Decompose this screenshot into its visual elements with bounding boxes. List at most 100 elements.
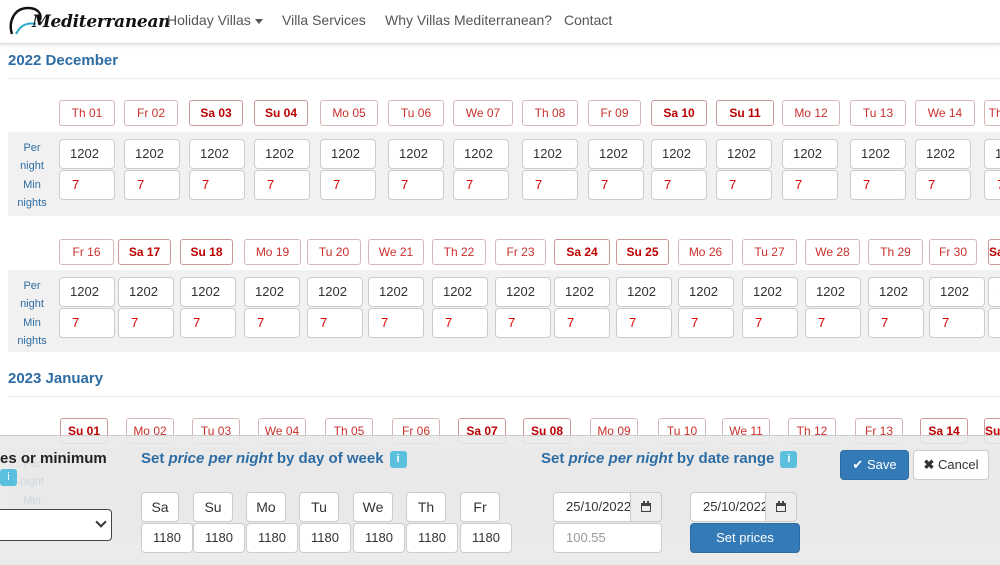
date-from-input[interactable]: 25/10/2022 — [553, 492, 631, 522]
weekday-price-input[interactable]: 1180 — [193, 523, 245, 553]
range-price-input[interactable]: 100.55 — [553, 523, 662, 553]
price-input[interactable]: 1202 — [651, 139, 707, 169]
min-nights-input[interactable]: 7 — [988, 308, 1000, 338]
day-label: Th 08 — [522, 100, 578, 126]
price-input[interactable]: 1202 — [742, 277, 798, 307]
min-nights-input[interactable]: 7 — [915, 170, 971, 200]
min-nights-input[interactable]: 7 — [782, 170, 838, 200]
min-nights-input[interactable]: 7 — [307, 308, 363, 338]
price-input[interactable]: 1202 — [588, 139, 644, 169]
price-input[interactable]: 1202 — [915, 139, 971, 169]
price-input[interactable]: 1202 — [453, 139, 509, 169]
brand-logo[interactable]: Mediterranean — [6, 4, 171, 40]
date-from-calendar[interactable] — [630, 492, 662, 522]
calendar-icon — [641, 500, 651, 512]
min-nights-input[interactable]: 7 — [616, 308, 672, 338]
row-label-min: Min — [23, 179, 41, 191]
min-nights-input[interactable]: 7 — [180, 308, 236, 338]
price-input[interactable]: 1202 — [124, 139, 180, 169]
weekday-price-input[interactable]: 1180 — [353, 523, 405, 553]
info-icon[interactable]: i — [0, 469, 17, 486]
min-nights-input[interactable]: 7 — [254, 170, 310, 200]
by-range-heading-em: price per night — [568, 450, 673, 467]
price-input[interactable]: 1202 — [59, 277, 115, 307]
weekday-price-input[interactable]: 1180 — [246, 523, 298, 553]
price-input[interactable]: 1202 — [678, 277, 734, 307]
caret-down-icon — [254, 18, 263, 24]
set-prices-button[interactable]: Set prices — [690, 523, 800, 553]
price-input[interactable]: 1202 — [929, 277, 985, 307]
divider — [8, 396, 1000, 397]
price-input[interactable]: 1202 — [716, 139, 772, 169]
nav-holiday-villas[interactable]: Holiday Villas — [167, 12, 263, 28]
weekday-price-input[interactable]: 1180 — [299, 523, 351, 553]
day-label: Tu 13 — [850, 100, 906, 126]
min-nights-input[interactable]: 7 — [244, 308, 300, 338]
min-nights-input[interactable]: 7 — [929, 308, 985, 338]
price-input[interactable]: 1202 — [495, 277, 551, 307]
weekday-price-input[interactable]: 1180 — [460, 523, 512, 553]
price-input[interactable]: 1202 — [189, 139, 245, 169]
min-nights-input[interactable]: 7 — [805, 308, 861, 338]
price-input[interactable]: 1202 — [432, 277, 488, 307]
min-nights-input[interactable]: 7 — [850, 170, 906, 200]
date-to-calendar[interactable] — [765, 492, 797, 522]
save-button[interactable]: ✔ Save — [840, 450, 909, 480]
min-nights-input[interactable]: 7 — [984, 170, 1000, 200]
top-navbar: Mediterranean Holiday Villas Villa Servi… — [0, 0, 1000, 44]
day-label: We 28 — [805, 239, 860, 265]
date-to-input[interactable]: 25/10/2022 — [690, 492, 766, 522]
min-nights-input[interactable]: 7 — [453, 170, 509, 200]
price-input[interactable]: 1202 — [254, 139, 310, 169]
min-nights-input[interactable]: 7 — [189, 170, 245, 200]
price-input[interactable]: 1202 — [782, 139, 838, 169]
min-nights-input[interactable]: 7 — [522, 170, 578, 200]
price-input[interactable]: 1202 — [868, 277, 924, 307]
weekday-price-input[interactable]: 1180 — [141, 523, 193, 553]
nav-villa-services[interactable]: Villa Services — [282, 12, 366, 28]
min-nights-input[interactable]: 7 — [554, 308, 610, 338]
price-input[interactable]: 1202 — [180, 277, 236, 307]
cancel-button[interactable]: ✖ Cancel — [913, 450, 989, 480]
price-input[interactable]: 1202 — [368, 277, 424, 307]
min-nights-input[interactable]: 7 — [388, 170, 444, 200]
min-nights-input[interactable]: 7 — [59, 170, 115, 200]
info-icon[interactable]: i — [389, 451, 407, 468]
min-nights-input[interactable]: 7 — [320, 170, 376, 200]
price-input[interactable]: 1202 — [59, 139, 115, 169]
nav-why-villas[interactable]: Why Villas Mediterranean? — [385, 12, 552, 28]
price-input[interactable]: 1202 — [805, 277, 861, 307]
min-nights-input[interactable]: 7 — [678, 308, 734, 338]
min-nights-input[interactable]: 7 — [118, 308, 174, 338]
min-nights-input[interactable]: 7 — [59, 308, 115, 338]
nav-contact[interactable]: Contact — [564, 12, 612, 28]
price-input[interactable]: 1202 — [984, 139, 1000, 169]
min-nights-input[interactable]: 7 — [588, 170, 644, 200]
price-input[interactable]: 1202 — [616, 277, 672, 307]
price-input[interactable]: 1202 — [307, 277, 363, 307]
min-nights-input[interactable]: 7 — [368, 308, 424, 338]
price-input[interactable]: 1202 — [244, 277, 300, 307]
save-label: Save — [866, 457, 897, 472]
price-input[interactable]: 1202 — [320, 139, 376, 169]
price-input[interactable]: 1202 — [388, 139, 444, 169]
info-icon[interactable]: i — [780, 451, 798, 468]
price-input[interactable]: 1202 — [988, 277, 1000, 307]
min-nights-input[interactable]: 7 — [742, 308, 798, 338]
weekday-price-input[interactable]: 1180 — [406, 523, 458, 553]
mode-select[interactable] — [0, 509, 112, 541]
min-nights-input[interactable]: 7 — [651, 170, 707, 200]
min-nights-input[interactable]: 7 — [124, 170, 180, 200]
price-input[interactable]: 1202 — [118, 277, 174, 307]
min-nights-input[interactable]: 7 — [868, 308, 924, 338]
min-nights-input[interactable]: 7 — [716, 170, 772, 200]
min-nights-input[interactable]: 7 — [495, 308, 551, 338]
price-input[interactable]: 1202 — [850, 139, 906, 169]
row-label-min: Min — [23, 317, 41, 329]
row-label-per: Per — [23, 142, 41, 154]
price-input[interactable]: 1202 — [554, 277, 610, 307]
min-nights-input[interactable]: 7 — [432, 308, 488, 338]
price-input[interactable]: 1202 — [522, 139, 578, 169]
bulk-edit-panel: es or minimum i Set price per night by d… — [0, 435, 1000, 565]
day-label: Sa 10 — [651, 100, 707, 126]
